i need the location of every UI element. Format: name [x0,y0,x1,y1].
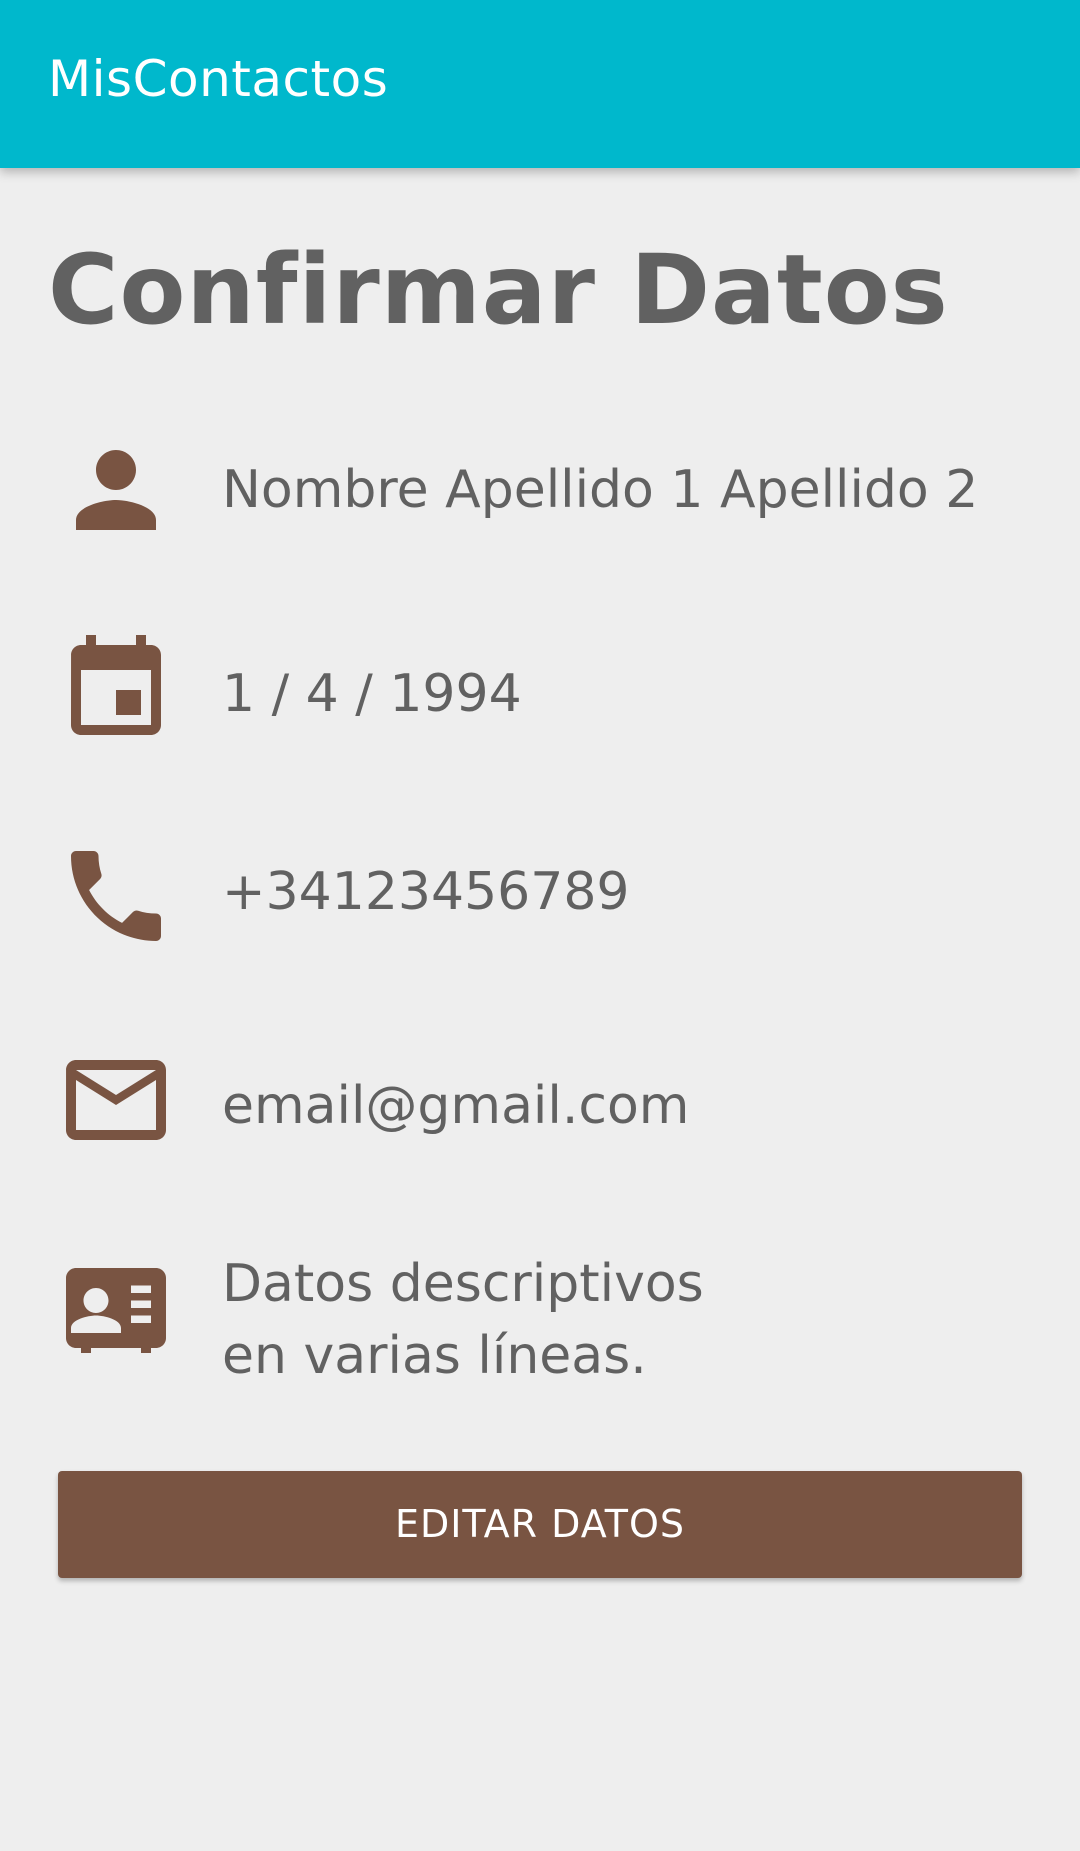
contact-card-icon [56,1248,176,1368]
phone-icon [56,836,176,956]
contact-email: email@gmail.com [222,1076,690,1136]
app-title: MisContactos [48,50,389,108]
contact-phone: +34123456789 [222,862,630,922]
contact-description: Datos descriptivos en varias líneas. [222,1254,704,1386]
app-bar: MisContactos [0,0,1080,168]
page-title: Confirmar Datos [48,234,949,346]
calendar-icon [56,630,176,750]
email-icon [56,1040,176,1160]
contact-name: Nombre Apellido 1 Apellido 2 [222,460,979,520]
edit-data-button[interactable]: EDITAR DATOS [58,1471,1022,1578]
contact-birthdate: 1 / 4 / 1994 [222,664,522,724]
person-icon [56,430,176,550]
